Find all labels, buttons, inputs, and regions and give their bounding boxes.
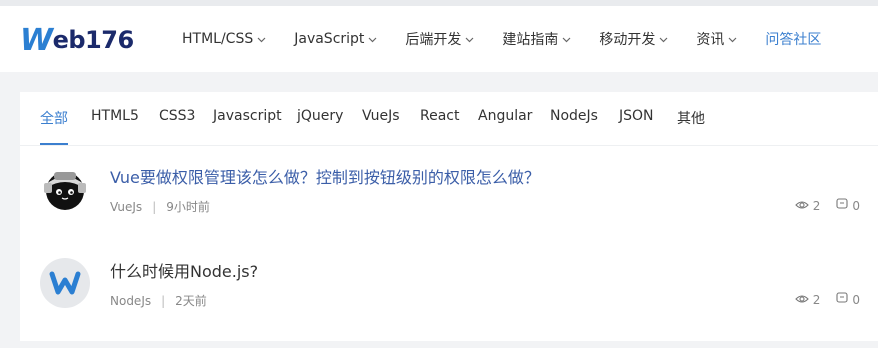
separator: |	[152, 199, 157, 214]
question-stats: 2 0	[779, 292, 860, 307]
answers-stat: 0	[836, 292, 860, 307]
question-stats: 2 0	[779, 198, 860, 213]
nav-item-html-css[interactable]: HTML/CSS	[182, 31, 266, 47]
nav-item-site-guide[interactable]: 建站指南	[502, 29, 571, 49]
question-time: 2天前	[175, 294, 207, 308]
tab-vuejs[interactable]: VueJs	[362, 108, 400, 145]
tab-html5[interactable]: HTML5	[91, 108, 139, 145]
answers-stat: 0	[836, 198, 860, 213]
answers-count: 0	[852, 198, 860, 213]
nav-item-news[interactable]: 资讯	[696, 29, 737, 49]
views-count: 2	[812, 198, 821, 213]
chevron-down-icon	[562, 31, 571, 47]
chevron-down-icon	[257, 31, 266, 47]
comment-icon	[836, 198, 852, 213]
tab-angular[interactable]: Angular	[478, 108, 532, 145]
site-logo[interactable]: Web176	[20, 22, 134, 58]
question-time: 9小时前	[166, 200, 210, 214]
question-title[interactable]: Vue要做权限管理该怎么做？控制到按钮级别的权限怎么做？	[110, 164, 540, 188]
tab-react[interactable]: React	[420, 108, 459, 145]
header: Web176 HTML/CSS JavaScript 后端开发 建站指南 移动开…	[0, 0, 878, 72]
nav-label: 建站指南	[502, 32, 559, 48]
chevron-down-icon	[368, 31, 377, 47]
web176-logo-avatar[interactable]	[40, 258, 90, 308]
views-stat: 2	[794, 292, 821, 307]
question-meta: NodeJs | 2天前	[110, 292, 207, 309]
category-tabs: 全部 HTML5 CSS3 Javascript jQuery VueJs Re…	[20, 92, 878, 146]
tab-javascript[interactable]: Javascript	[213, 108, 282, 145]
question-tag[interactable]: VueJs	[110, 200, 142, 214]
tab-all[interactable]: 全部	[40, 108, 68, 145]
nav-label: HTML/CSS	[182, 31, 254, 47]
tab-jquery[interactable]: jQuery	[297, 108, 343, 145]
eye-icon	[794, 293, 813, 307]
question-item: 什么时候用Node.js? NodeJs | 2天前 2 0	[20, 258, 878, 348]
views-stat: 2	[794, 198, 821, 213]
ninja-avatar[interactable]	[40, 164, 90, 214]
nav-item-mobile[interactable]: 移动开发	[599, 29, 668, 49]
tab-nodejs[interactable]: NodeJs	[550, 108, 598, 145]
question-tag[interactable]: NodeJs	[110, 294, 151, 308]
nav-label: 后端开发	[405, 32, 462, 48]
question-meta: VueJs | 9小时前	[110, 198, 210, 215]
nav-label: JavaScript	[294, 31, 365, 47]
tab-json[interactable]: JSON	[619, 108, 654, 145]
nav-item-backend[interactable]: 后端开发	[405, 29, 474, 49]
nav-label: 问答社区	[765, 32, 822, 48]
chevron-down-icon	[659, 31, 668, 47]
separator: |	[161, 293, 166, 308]
logo-w: W	[20, 22, 53, 58]
main-nav: HTML/CSS JavaScript 后端开发 建站指南 移动开发 资讯 问答…	[182, 28, 849, 50]
tab-css3[interactable]: CSS3	[159, 108, 195, 145]
views-count: 2	[812, 292, 821, 307]
comment-icon	[836, 292, 852, 307]
question-item: Vue要做权限管理该怎么做？控制到按钮级别的权限怎么做？ VueJs | 9小时…	[20, 164, 878, 254]
nav-label: 移动开发	[599, 32, 656, 48]
nav-label: 资讯	[696, 32, 725, 48]
logo-text: eb176	[52, 26, 135, 54]
nav-item-qa-community[interactable]: 问答社区	[765, 29, 821, 49]
qa-card: 全部 HTML5 CSS3 Javascript jQuery VueJs Re…	[20, 92, 878, 341]
question-title[interactable]: 什么时候用Node.js?	[110, 258, 258, 282]
eye-icon	[794, 199, 813, 213]
chevron-down-icon	[465, 31, 474, 47]
answers-count: 0	[852, 292, 860, 307]
tab-other[interactable]: 其他	[677, 108, 705, 145]
nav-item-javascript[interactable]: JavaScript	[294, 31, 377, 47]
chevron-down-icon	[728, 31, 737, 47]
